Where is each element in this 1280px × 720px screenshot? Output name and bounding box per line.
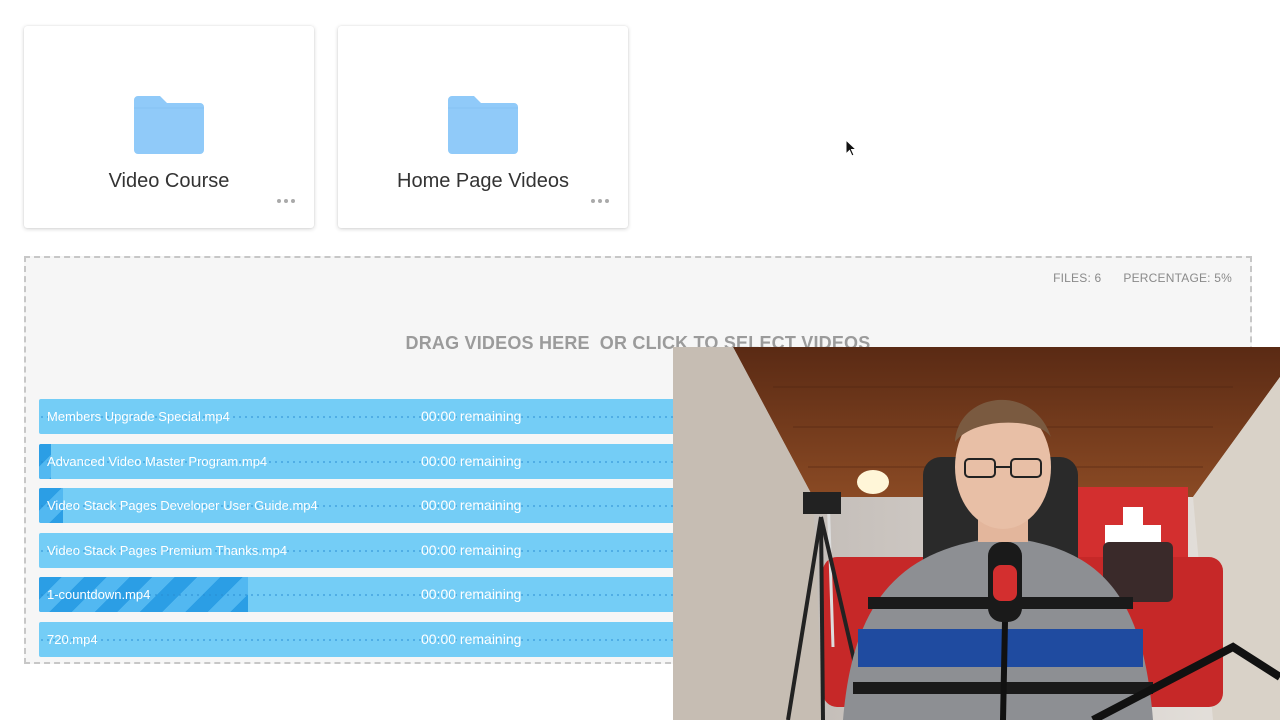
folder-name: Video Course xyxy=(108,170,230,192)
upload-filename: Video Stack Pages Premium Thanks.mp4 xyxy=(47,542,288,558)
upload-remaining: 00:00 remaining xyxy=(421,497,522,513)
upload-remaining: 00:00 remaining xyxy=(421,408,522,424)
upload-remaining: 00:00 remaining xyxy=(421,541,522,558)
upload-filename: 1-countdown.mp4 xyxy=(47,587,151,602)
upload-filename: Advanced Video Master Program.mp4 xyxy=(47,453,268,469)
folder-icon xyxy=(448,96,518,154)
upload-remaining: 00:00 remaining xyxy=(421,452,522,469)
files-count: FILES: 6 xyxy=(1053,271,1102,285)
upload-remaining: 00:00 remaining xyxy=(421,586,522,602)
upload-filename: Members Upgrade Special.mp4 xyxy=(47,409,230,424)
more-options-icon[interactable] xyxy=(276,196,296,206)
folder-icon xyxy=(134,96,204,154)
upload-stats: FILES: 6 PERCENTAGE: 5% xyxy=(1053,271,1232,285)
webcam-overlay xyxy=(673,347,1280,720)
drag-text: DRAG VIDEOS HERE xyxy=(405,333,590,353)
upload-filename: 720.mp4 xyxy=(47,631,98,647)
folder-card-home-page-videos[interactable]: Home Page Videos xyxy=(338,26,628,228)
more-options-icon[interactable] xyxy=(590,196,610,206)
upload-remaining: 00:00 remaining xyxy=(421,630,522,647)
folder-name: Home Page Videos xyxy=(397,170,569,192)
percentage-label: PERCENTAGE: 5% xyxy=(1123,271,1232,285)
upload-filename: Video Stack Pages Developer User Guide.m… xyxy=(47,498,318,513)
folder-card-video-course[interactable]: Video Course xyxy=(24,26,314,228)
mouse-cursor-icon xyxy=(845,139,857,157)
